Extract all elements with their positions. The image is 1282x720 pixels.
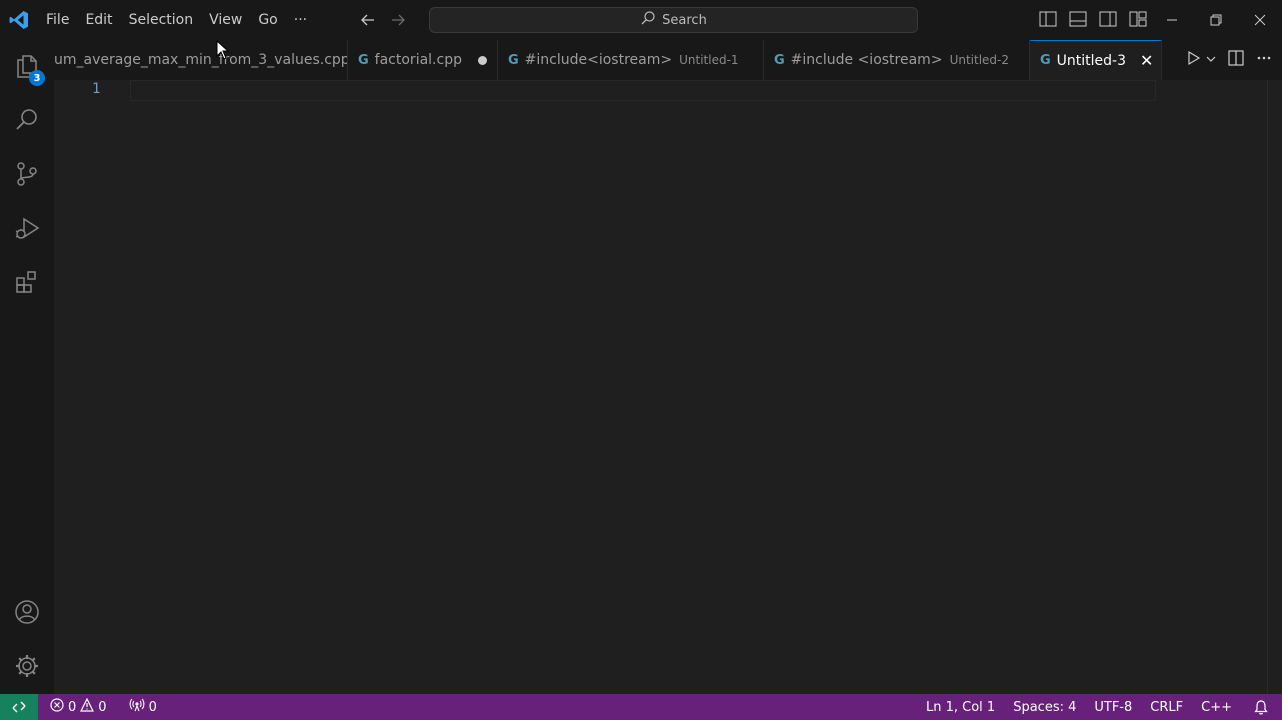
warning-icon	[80, 697, 95, 716]
unsaved-dot-icon[interactable]	[477, 55, 487, 65]
cpp-file-icon: G	[508, 52, 519, 68]
source-control-icon[interactable]	[0, 150, 54, 198]
menu-more[interactable]: ···	[286, 0, 315, 40]
toggle-panel-icon[interactable]	[1068, 9, 1088, 29]
cpp-file-icon: G	[358, 52, 369, 68]
chevron-down-icon[interactable]	[1206, 53, 1216, 68]
forward-arrow-icon[interactable]	[389, 11, 407, 29]
tab-label: #include<iostream>	[524, 52, 673, 68]
tab-average-max-min[interactable]: um_average_max_min_from_3_values.cpp	[54, 40, 348, 80]
tab-label: factorial.cpp	[374, 52, 462, 68]
editor-area[interactable]: 1	[54, 80, 1282, 694]
tab-label: #include <iostream>	[790, 52, 943, 68]
tab-factorial[interactable]: G factorial.cpp	[348, 40, 498, 80]
close-window-icon[interactable]	[1238, 0, 1282, 40]
language-mode[interactable]: C++	[1197, 700, 1236, 715]
menu-view[interactable]: View	[201, 0, 250, 40]
error-count: 0	[68, 699, 77, 715]
end-of-line[interactable]: CRLF	[1146, 700, 1187, 715]
search-icon	[640, 10, 656, 30]
remote-indicator-icon[interactable]	[0, 694, 38, 720]
activity-bar: 3	[0, 40, 54, 694]
problems-indicator[interactable]: 0 0	[46, 697, 111, 716]
tab-description: Untitled-2	[949, 53, 1009, 67]
tab-description: Untitled-1	[679, 53, 739, 67]
menu-selection[interactable]: Selection	[121, 0, 202, 40]
more-actions-icon[interactable]	[1256, 50, 1272, 70]
status-bar: 0 0 0 Ln 1, Col 1 Spaces: 4 UTF-8 CRLF C…	[0, 694, 1282, 720]
extensions-icon[interactable]	[0, 258, 54, 306]
accounts-icon[interactable]	[0, 588, 54, 636]
explorer-badge: 3	[29, 70, 45, 86]
restore-icon[interactable]	[1194, 0, 1238, 40]
line-number: 1	[92, 81, 101, 97]
command-center-search[interactable]: Search	[429, 7, 918, 33]
cursor-position[interactable]: Ln 1, Col 1	[922, 700, 999, 715]
tab-untitled-3[interactable]: G Untitled-3 ✕	[1030, 40, 1162, 80]
vscode-logo-icon	[0, 0, 38, 40]
cpp-file-icon: G	[1040, 53, 1051, 68]
tab-untitled-2[interactable]: G #include <iostream> Untitled-2	[764, 40, 1030, 80]
tab-untitled-1[interactable]: G #include<iostream> Untitled-1	[498, 40, 764, 80]
customize-layout-icon[interactable]	[1128, 9, 1148, 29]
editor-tab-bar: um_average_max_min_from_3_values.cpp G f…	[54, 40, 1282, 80]
menu-bar: File Edit Selection View Go ···	[38, 0, 315, 40]
toggle-primary-sidebar-icon[interactable]	[1038, 9, 1058, 29]
indentation[interactable]: Spaces: 4	[1009, 700, 1080, 715]
encoding[interactable]: UTF-8	[1090, 700, 1136, 715]
menu-file[interactable]: File	[38, 0, 77, 40]
back-arrow-icon[interactable]	[359, 11, 377, 29]
menu-edit[interactable]: Edit	[77, 0, 120, 40]
error-icon	[50, 698, 64, 716]
tab-label: Untitled-3	[1056, 52, 1127, 69]
current-line-highlight[interactable]	[130, 80, 1156, 101]
search-view-icon[interactable]	[0, 96, 54, 144]
search-label: Search	[662, 12, 707, 28]
bell-icon[interactable]	[1250, 699, 1272, 715]
menu-go[interactable]: Go	[250, 0, 285, 40]
ports-count: 0	[148, 699, 157, 715]
explorer-icon[interactable]: 3	[0, 42, 54, 90]
cpp-file-icon: G	[774, 52, 785, 68]
manage-gear-icon[interactable]	[0, 642, 54, 690]
warning-count: 0	[98, 699, 107, 715]
vertical-scrollbar[interactable]	[1267, 80, 1268, 694]
toggle-secondary-sidebar-icon[interactable]	[1098, 9, 1118, 29]
split-editor-icon[interactable]	[1228, 50, 1244, 70]
broadcast-icon	[129, 698, 145, 716]
title-bar: File Edit Selection View Go ··· Search	[0, 0, 1282, 40]
close-tab-icon[interactable]: ✕	[1140, 51, 1153, 70]
mouse-pointer-icon	[216, 39, 230, 60]
tab-label: um_average_max_min_from_3_values.cpp	[54, 52, 348, 68]
run-debug-icon[interactable]	[0, 204, 54, 252]
run-code-icon[interactable]	[1186, 50, 1202, 70]
minimize-icon[interactable]	[1150, 0, 1194, 40]
ports-indicator[interactable]: 0	[125, 698, 161, 716]
